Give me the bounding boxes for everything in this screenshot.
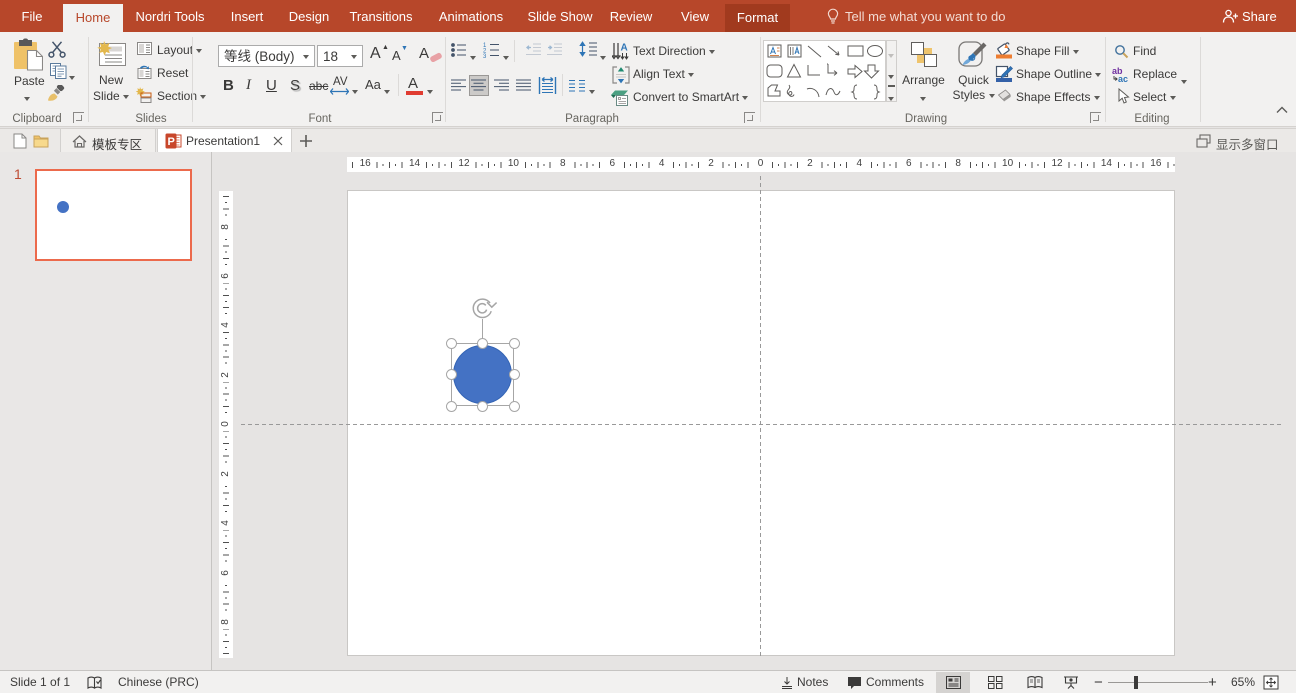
svg-text:P: P <box>168 136 175 148</box>
svg-text:ac: ac <box>1118 74 1128 83</box>
svg-text:3: 3 <box>483 54 487 58</box>
svg-text:A: A <box>621 43 628 54</box>
